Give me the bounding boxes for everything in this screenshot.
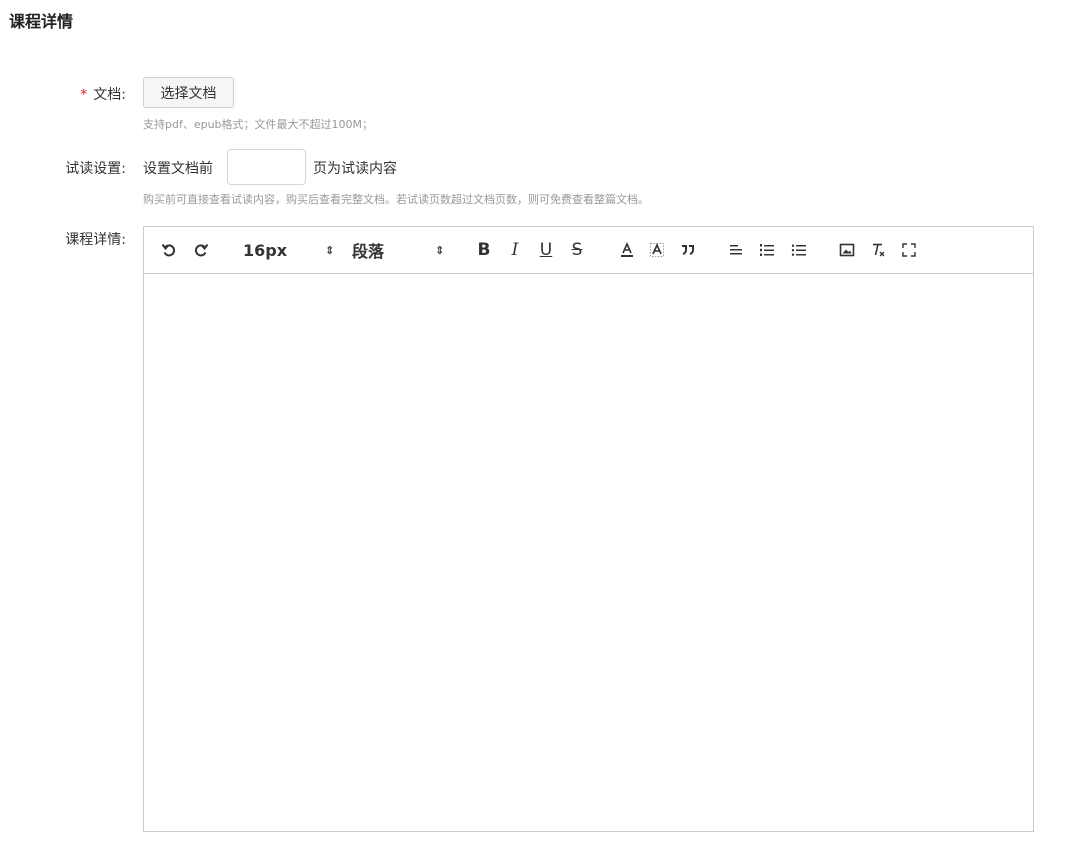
bold-icon[interactable]: B (473, 227, 495, 273)
required-mark: * (80, 87, 88, 103)
unordered-list-icon[interactable] (788, 227, 810, 273)
document-hint: 支持pdf、epub格式；文件最大不超过100M； (143, 118, 374, 131)
quote-icon[interactable] (677, 227, 699, 273)
block-format-select[interactable]: 段落 ⇕ (352, 227, 452, 273)
details-label: 课程详情: (65, 232, 126, 248)
trial-pages-input[interactable] (227, 149, 306, 185)
strikethrough-icon[interactable]: S (566, 227, 588, 273)
font-size-select[interactable]: 16px ⇕ (243, 227, 343, 273)
background-color-icon[interactable] (646, 227, 668, 273)
font-color-icon[interactable] (616, 227, 638, 273)
trial-label: 试读设置: (65, 161, 126, 177)
fullscreen-icon[interactable] (898, 227, 920, 273)
image-icon[interactable] (836, 227, 858, 273)
block-format-value: 段落 (352, 242, 385, 261)
redo-icon[interactable] (190, 227, 212, 273)
italic-icon[interactable]: I (504, 227, 526, 273)
editor-toolbar: 16px ⇕ 段落 ⇕ B I U S (144, 227, 1033, 274)
font-size-arrows-icon: ⇕ (325, 243, 335, 257)
font-size-value: 16px (243, 240, 288, 260)
clear-format-icon[interactable] (867, 227, 889, 273)
page-title: 课程详情 (9, 12, 74, 31)
underline-icon[interactable]: U (535, 227, 557, 273)
trial-suffix-text: 页为试读内容 (313, 161, 397, 177)
editor-content-area[interactable] (144, 274, 1033, 831)
document-label-row: * 文档: (6, 84, 126, 104)
align-left-icon[interactable] (725, 227, 747, 273)
ordered-list-icon[interactable] (756, 227, 778, 273)
rich-text-editor: 16px ⇕ 段落 ⇕ B I U S (143, 226, 1034, 832)
trial-prefix-text: 设置文档前 (143, 161, 213, 177)
choose-document-button[interactable]: 选择文档 (143, 77, 234, 108)
document-label: 文档: (93, 87, 126, 103)
block-format-arrows-icon: ⇕ (435, 243, 445, 257)
trial-hint: 购买前可直接查看试读内容，购买后查看完整文档。若试读页数超过文档页数，则可免费查… (143, 193, 649, 206)
undo-icon[interactable] (158, 227, 180, 273)
